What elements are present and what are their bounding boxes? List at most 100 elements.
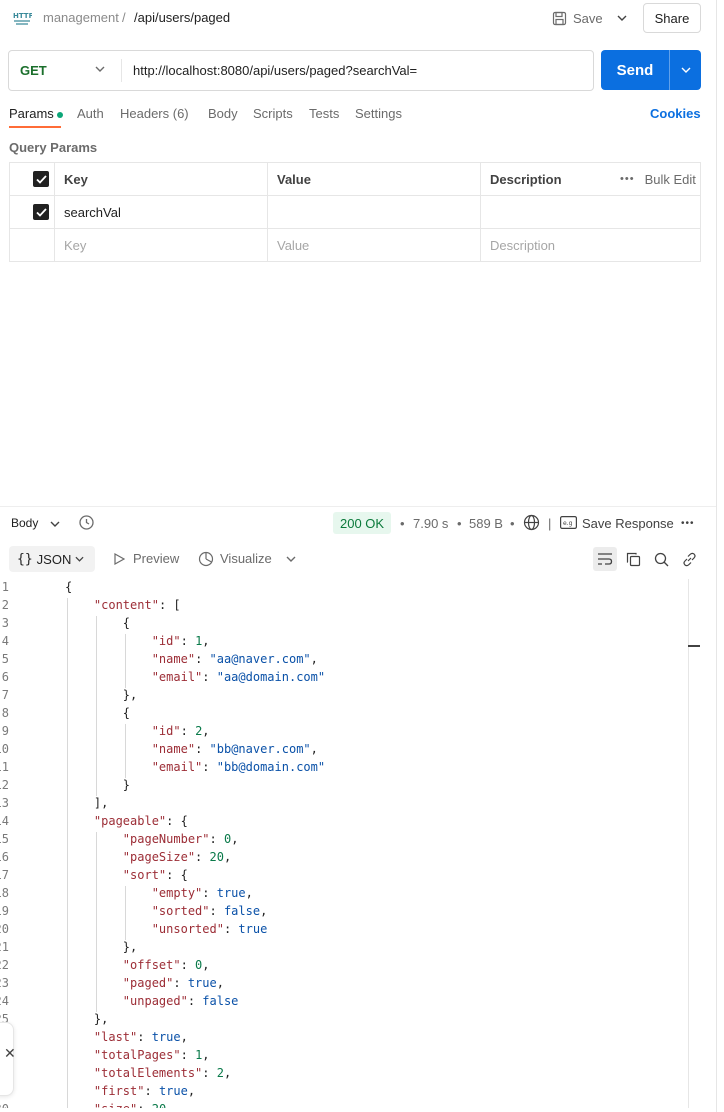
send-button[interactable]: Send [601,50,669,90]
indent-guide [67,886,68,904]
param-description-field[interactable] [480,196,700,228]
svg-text:e.g: e.g [563,520,573,527]
save-options-button[interactable] [612,6,632,30]
line-number: 4 [1,634,9,648]
share-button[interactable]: Share [643,3,701,33]
status-badge[interactable]: 200 OK [333,512,392,534]
line-number: 23 [0,976,9,990]
send-options-button[interactable] [670,50,701,90]
line-number: 14 [0,814,9,828]
globe-icon[interactable] [523,514,540,531]
response-body-dropdown[interactable]: Body [11,516,60,530]
save-button[interactable]: Save [552,6,603,30]
history-icon[interactable] [78,514,95,531]
wrap-lines-button[interactable] [593,547,617,571]
code-scrollbar[interactable] [688,579,689,1108]
response-header: Body 200 OK • 7.90 s • 589 B • | e.g Sav… [0,510,716,536]
line-number: 15 [0,832,9,846]
bulk-edit-button[interactable]: Bulk Edit [645,172,696,187]
chevron-down-icon [95,66,105,72]
line-number: 22 [0,958,9,972]
indent-guide [67,670,68,688]
bulk-edit-area: ••• Bulk Edit [610,163,696,195]
code-line: "unpaged": false [122,994,239,1008]
code-line: "email": "aa@domain.com" [151,670,326,684]
breadcrumb-collection[interactable]: management [43,10,119,25]
query-params-title: Query Params [9,140,98,155]
line-number: 10 [0,742,9,756]
separator-dot: • [457,516,462,531]
new-key-field[interactable]: Key [54,229,86,261]
preview-tab[interactable]: Preview [133,551,179,566]
tab-label: Params [9,106,54,121]
indent-guide [67,958,68,976]
line-number: 19 [0,904,9,918]
response-size[interactable]: 589 B [469,516,503,531]
row-checkbox[interactable] [33,204,49,220]
tab-scripts[interactable]: Scripts [253,106,293,121]
indent-guide [67,616,68,634]
tab-headers[interactable]: Headers (6) [120,106,189,121]
indent-guide [124,886,126,904]
column-header-key: Key [64,171,88,187]
line-number: 9 [1,724,9,738]
line-number: 20 [0,922,9,936]
tab-settings[interactable]: Settings [355,106,402,121]
code-line: "last": true, [93,1030,188,1044]
chevron-down-icon [50,521,60,527]
copy-button[interactable] [621,547,645,571]
indent-guide [124,724,126,742]
new-value-field[interactable]: Value [267,229,309,261]
param-key-field[interactable]: searchVal [54,196,121,228]
response-time[interactable]: 7.90 s [413,516,448,531]
copy-icon [626,552,640,566]
indent-guide [67,868,68,886]
chevron-down-icon[interactable] [286,556,296,562]
code-line: { [65,706,131,720]
response-divider[interactable] [0,506,716,507]
code-line: "totalElements": 2, [93,1066,232,1080]
visualize-tab[interactable]: Visualize [220,551,272,566]
line-number: 30 [0,1102,9,1108]
select-all-checkbox[interactable] [33,171,49,187]
indent-guide [95,886,97,904]
indent-guide [124,670,126,688]
save-response-button[interactable]: Save Response [582,516,674,531]
indent-guide [95,652,97,670]
cookies-link[interactable]: Cookies [650,106,701,121]
line-number: 17 [0,868,9,882]
indent-guide [124,904,126,922]
response-code-viewer[interactable]: 1 {2 "content": [3 {4 "id": 1, 5 "name": "… [0,579,688,1108]
breadcrumb-request-name[interactable]: /api/users/paged [134,10,230,25]
code-line: "pageable": { [93,814,188,828]
close-icon[interactable]: ✕ [4,1045,16,1062]
indent-guide [67,1084,68,1102]
code-line: ], [65,796,109,810]
svg-text:HTTP: HTTP [13,12,32,20]
format-select[interactable]: {} JSON [9,546,95,572]
more-options-icon[interactable]: ••• [681,518,695,529]
more-options-icon[interactable]: ••• [620,173,635,185]
link-button[interactable] [677,547,701,571]
code-line: { [65,616,131,630]
chevron-down-icon [681,67,690,73]
tab-params[interactable]: Params [9,106,63,121]
indent-guide [95,706,97,724]
indent-guide [95,760,97,778]
save-response-icon: e.g [560,516,577,529]
url-input[interactable]: http://localhost:8080/api/users/paged?se… [133,63,417,78]
visualize-icon [198,551,214,567]
tab-tests[interactable]: Tests [309,106,339,121]
param-value-field[interactable] [267,196,479,228]
code-line: "sort": { [122,868,188,882]
indent-guide [67,1030,68,1048]
separator-dot: | [548,516,552,531]
tab-auth[interactable]: Auth [77,106,104,121]
code-line: } [65,778,131,792]
tab-body[interactable]: Body [208,106,238,121]
request-url-bar: GET http://localhost:8080/api/users/page… [8,50,594,91]
search-button[interactable] [649,547,673,571]
new-description-field[interactable]: Description [480,229,555,261]
indent-guide [67,1012,68,1030]
save-icon [552,11,567,25]
